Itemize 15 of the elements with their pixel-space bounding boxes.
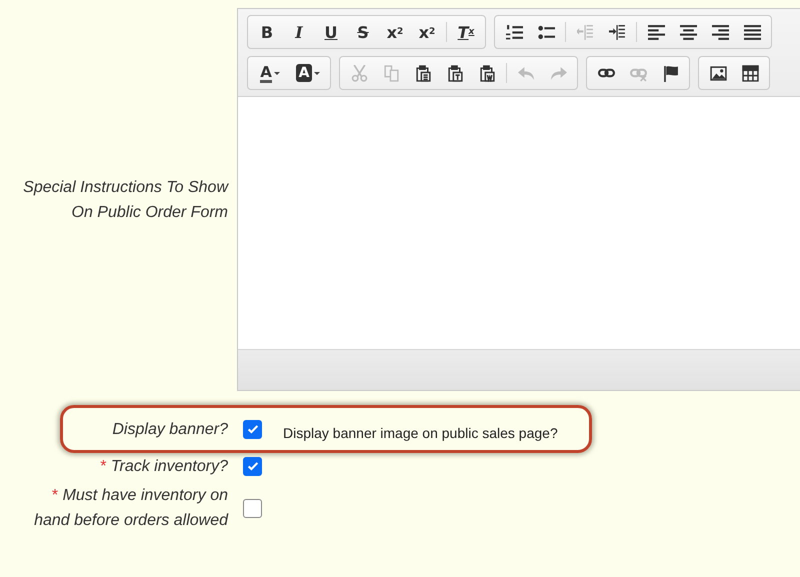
checkbox[interactable]: [243, 420, 262, 438]
field-label: * Track inventory?: [100, 456, 228, 476]
underline-button[interactable]: U: [316, 19, 346, 45]
help-text: Display banner image on public sales page?: [283, 425, 558, 441]
text-color-button[interactable]: A: [252, 60, 288, 86]
field-label: Display banner?: [112, 420, 228, 440]
field-label: Special Instructions To Show On Public Order Form: [22, 178, 228, 222]
superscript-button[interactable]: x$^{2}$: [412, 19, 442, 45]
bold-button[interactable]: B: [252, 19, 282, 45]
strike-button[interactable]: S: [348, 19, 378, 45]
checkbox[interactable]: [243, 456, 262, 476]
field-label: * Must have inventory on hand before orders allowed: [33, 486, 228, 531]
italic-button[interactable]: I: [284, 19, 314, 45]
background-color-button[interactable]: A: [290, 60, 326, 86]
checkbox[interactable]: [243, 498, 262, 518]
